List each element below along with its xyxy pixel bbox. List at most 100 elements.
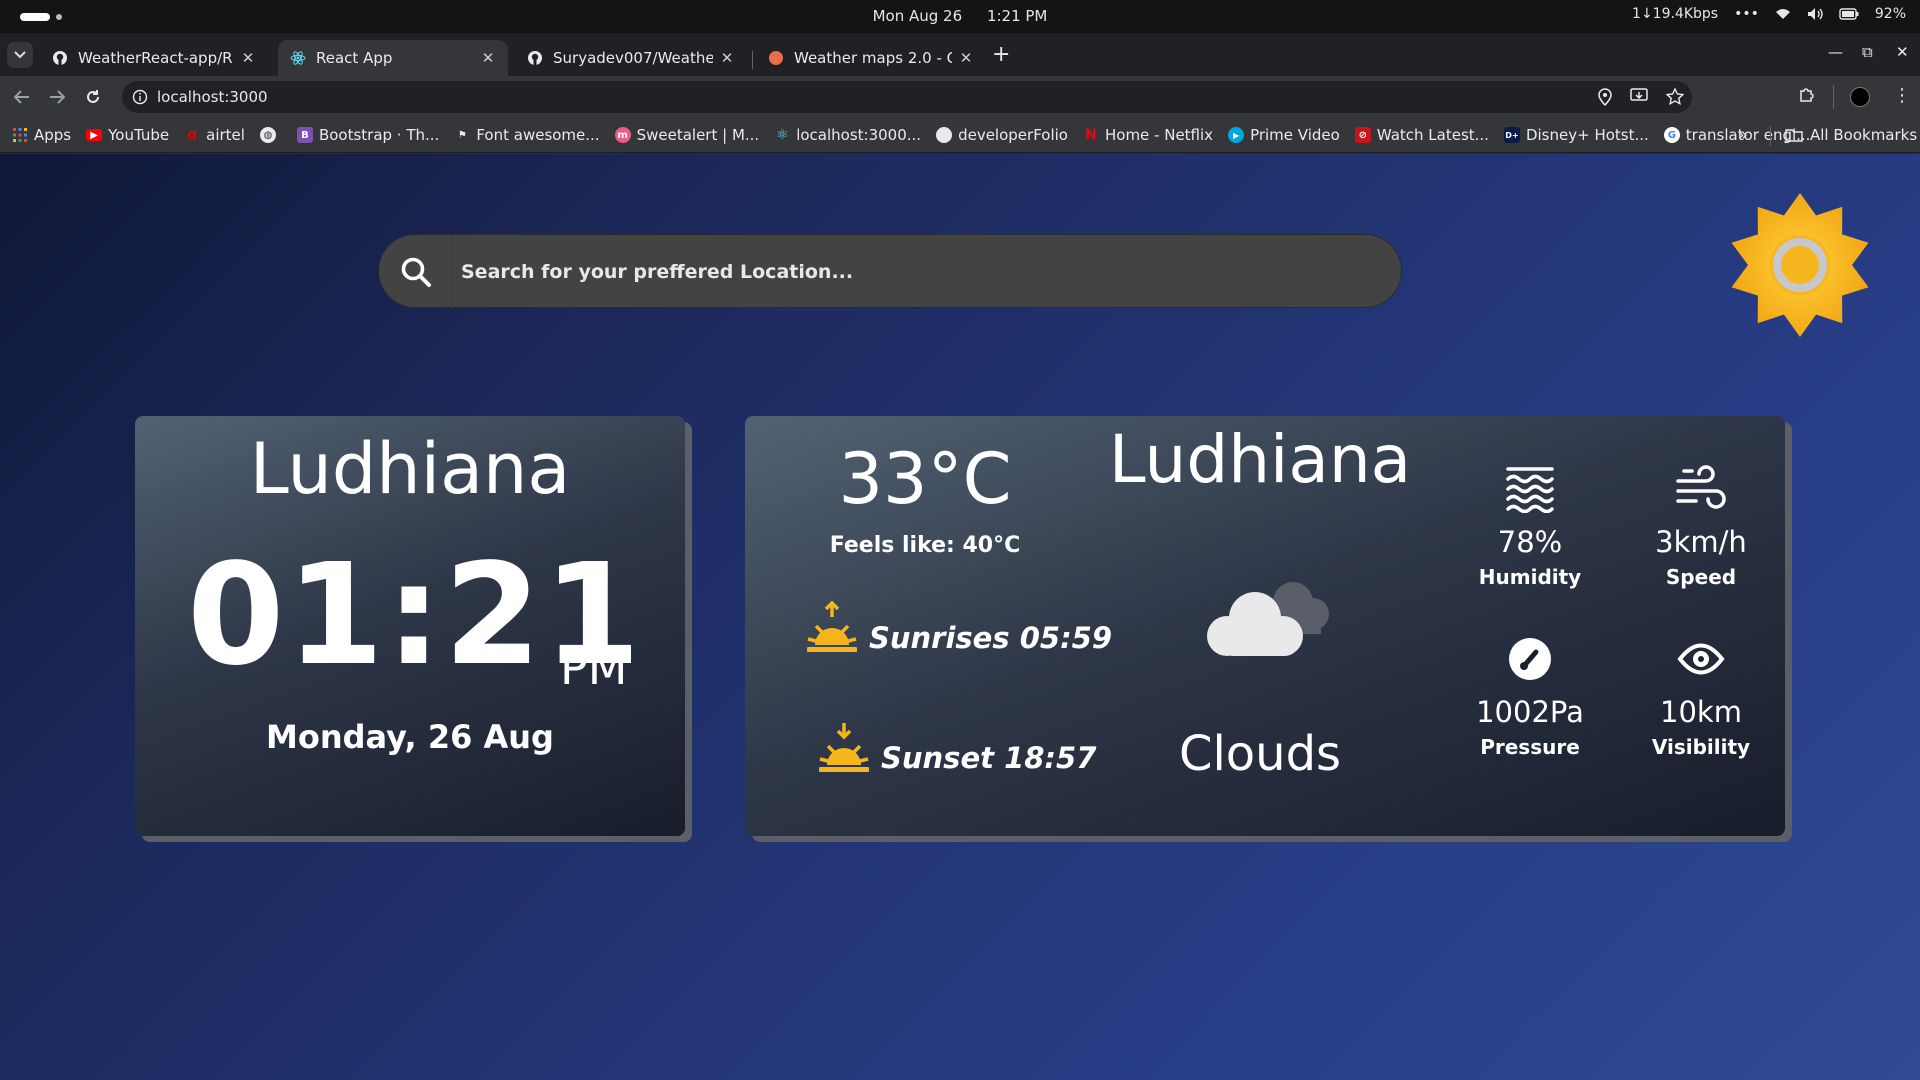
close-tab-icon[interactable]: ✕	[958, 49, 974, 67]
visibility-label: Visibility	[1651, 735, 1751, 759]
tab-react-app[interactable]: React App ✕	[278, 40, 508, 76]
location-search-input[interactable]	[461, 249, 1361, 295]
sun-icon	[1731, 193, 1869, 337]
location-search-bar	[378, 234, 1402, 309]
site-info-icon[interactable]	[132, 89, 148, 109]
bookmark-label: Watch Latest...	[1376, 126, 1489, 144]
am-pm-indicator: PM	[560, 641, 628, 695]
wind-icon	[1626, 461, 1776, 517]
network-speed: 1↓19.4Kbps	[1632, 6, 1719, 22]
bookmark-apps[interactable]: Apps	[12, 126, 71, 144]
profile-avatar[interactable]	[1850, 87, 1870, 107]
browser-toolbar: localhost:3000 ⋮	[0, 76, 1920, 118]
google-icon: G	[1663, 127, 1680, 143]
tab-suryadev-github[interactable]: Suryadev007/WeatherRe ✕	[515, 40, 747, 76]
puzzle-icon	[1800, 88, 1814, 102]
bookmark-bootstrap[interactable]: B Bootstrap · Th...	[296, 126, 440, 144]
tab-weatherreact-readme[interactable]: WeatherReact-app/READ ✕	[40, 40, 268, 76]
pressure-label: Pressure	[1480, 735, 1580, 759]
reload-button[interactable]	[82, 86, 104, 108]
bookmark-watch-latest[interactable]: ⊘ Watch Latest...	[1354, 126, 1489, 144]
system-time: 1:21 PM	[986, 7, 1048, 25]
temperature: 33°C	[838, 438, 1012, 520]
folder-icon	[1785, 129, 1803, 142]
url-text[interactable]: localhost:3000	[157, 88, 268, 106]
tab-title: Suryadev007/WeatherRe	[553, 49, 713, 67]
reload-icon	[87, 90, 99, 103]
bookmark-netflix[interactable]: N Home - Netflix	[1083, 126, 1213, 144]
bookmark-localhost[interactable]: ⚛ localhost:3000...	[774, 126, 921, 144]
humidity-value: 78%	[1497, 525, 1563, 559]
new-tab-button[interactable]: +	[992, 44, 1010, 66]
sunrise-time: Sunrises 05:59	[869, 621, 1113, 655]
eye-icon	[1626, 631, 1776, 687]
bookmark-sweetalert[interactable]: m Sweetalert | M...	[614, 126, 759, 144]
forward-button[interactable]	[46, 86, 68, 108]
gauge-icon	[1455, 631, 1605, 687]
all-bookmarks-button[interactable]: All Bookmarks	[1785, 126, 1917, 144]
tab-weather-maps[interactable]: Weather maps 2.0 - Open ✕	[756, 40, 986, 76]
close-tab-icon[interactable]: ✕	[480, 49, 496, 67]
openweather-icon	[768, 50, 784, 66]
bookmark-globe[interactable]: ◍	[259, 127, 282, 143]
bookmark-airtel[interactable]: ɑ airtel	[184, 126, 245, 144]
more-icon[interactable]: •••	[1734, 6, 1759, 22]
bookmark-separator	[1770, 126, 1771, 146]
clock-card: Ludhiana 01:21 PM Monday, 26 Aug	[135, 416, 685, 836]
humidity-stat: 78% Humidity	[1455, 461, 1605, 589]
system-top-bar: Mon Aug 26 1:21 PM 1↓19.4Kbps ••• 92%	[0, 0, 1920, 33]
install-app-icon[interactable]	[1630, 88, 1648, 104]
netflix-icon: N	[1085, 127, 1097, 143]
arrow-right-icon	[50, 90, 65, 104]
bookmark-label: localhost:3000...	[796, 126, 922, 144]
tab-search-button[interactable]	[7, 42, 33, 68]
bookmark-prime-video[interactable]: ▶ Prime Video	[1228, 126, 1340, 144]
theme-toggle-button[interactable]	[1725, 190, 1875, 340]
tab-title: WeatherReact-app/READ	[78, 49, 234, 67]
bookmark-font-awesome[interactable]: ⚑ Font awesome...	[454, 126, 600, 144]
sunset-row: Sunset 18:57	[817, 721, 1096, 775]
humidity-waves-icon	[1455, 461, 1605, 517]
humidity-label: Humidity	[1478, 565, 1582, 589]
wind-speed-label: Speed	[1665, 565, 1737, 589]
bookmark-developerfolio[interactable]: developerFolio	[936, 126, 1068, 144]
browser-menu-icon[interactable]: ⋮	[1893, 86, 1911, 106]
close-window-button[interactable]: ✕	[1896, 43, 1909, 61]
tab-strip: WeatherReact-app/READ ✕ React App ✕ Sury…	[0, 33, 1920, 76]
search-button[interactable]	[379, 235, 453, 309]
tab-title: Weather maps 2.0 - Open	[794, 49, 952, 67]
volume-icon[interactable]	[1807, 7, 1823, 21]
bookmark-disney-hotstar[interactable]: D+ Disney+ Hotst...	[1503, 126, 1649, 144]
battery-percent: 92%	[1874, 6, 1906, 22]
youtube-icon: ▶	[86, 129, 103, 141]
location-pin-icon[interactable]	[1598, 88, 1612, 106]
more-bookmarks-icon[interactable]: »	[1738, 125, 1748, 144]
bookmark-label: Home - Netflix	[1104, 126, 1214, 144]
bookmark-label: airtel	[206, 126, 245, 144]
pressure-value: 1002Pa	[1476, 695, 1584, 729]
bookmark-star-icon[interactable]	[1666, 88, 1684, 105]
arrow-left-icon	[14, 90, 29, 104]
minimize-button[interactable]: —	[1828, 43, 1843, 61]
restore-button[interactable]: ⧉	[1862, 43, 1873, 61]
address-bar[interactable]: localhost:3000	[122, 81, 1692, 113]
font-awesome-icon: ⚑	[457, 129, 467, 141]
wifi-icon[interactable]	[1775, 7, 1791, 21]
battery-icon[interactable]	[1839, 8, 1859, 20]
back-button[interactable]	[11, 86, 33, 108]
pressure-stat: 1002Pa Pressure	[1455, 631, 1605, 759]
disney-icon: D+	[1503, 127, 1520, 143]
bookmark-youtube[interactable]: ▶ YouTube	[86, 126, 169, 144]
extensions-button[interactable]	[1798, 86, 1816, 104]
sunrise-row: Sunrises 05:59	[805, 601, 1112, 655]
close-tab-icon[interactable]: ✕	[719, 49, 735, 67]
close-tab-icon[interactable]: ✕	[240, 49, 256, 67]
github-icon	[52, 50, 68, 66]
clock-city-name: Ludhiana	[249, 428, 571, 510]
bootstrap-icon: B	[296, 127, 313, 143]
bookmark-label: Disney+ Hotst...	[1525, 126, 1649, 144]
wind-stat: 3km/h Speed	[1626, 461, 1776, 589]
bookmark-label: Bootstrap · Th...	[318, 126, 440, 144]
toolbar-separator	[1833, 85, 1834, 109]
sunrise-icon	[807, 601, 857, 652]
